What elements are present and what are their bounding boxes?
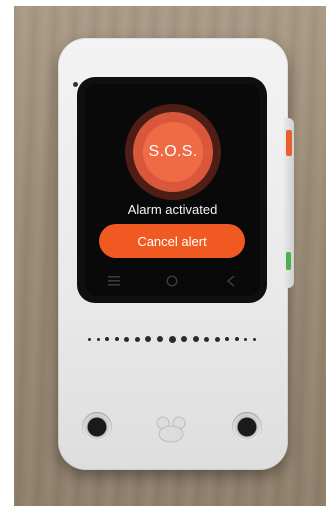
lanyard-hole-right	[232, 412, 262, 442]
alarm-status-text: Alarm activated	[127, 202, 218, 217]
home-icon[interactable]	[164, 274, 180, 290]
android-nav-bar	[85, 272, 260, 292]
cancel-alert-button[interactable]: Cancel alert	[99, 224, 245, 258]
speaker-grille	[88, 334, 256, 344]
brand-logo-icon	[156, 416, 186, 443]
lanyard-hole-left	[82, 412, 112, 442]
sensor-dot	[73, 82, 78, 87]
device-screen: S.O.S. Alarm activated Cancel alert	[85, 84, 260, 296]
menu-icon[interactable]	[106, 275, 122, 289]
side-sos-button[interactable]	[286, 130, 292, 156]
back-icon[interactable]	[223, 274, 239, 290]
sos-button[interactable]: S.O.S.	[143, 122, 203, 182]
side-indicator-led	[286, 252, 291, 270]
